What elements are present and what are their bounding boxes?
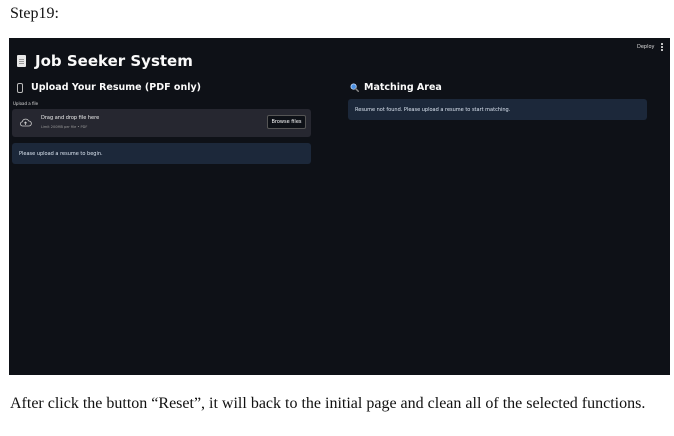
kebab-menu-icon[interactable] [660,43,664,52]
matching-section-header: Matching Area [350,82,442,93]
caption-text: After click the button “Reset”, it will … [10,395,646,412]
dropzone-text: Drag and drop file here [41,115,100,121]
browse-files-button[interactable]: Browse files [267,115,306,129]
upload-section-header: Upload Your Resume (PDF only) [17,82,201,93]
file-dropzone[interactable]: Drag and drop file here Limit 200MB per … [12,109,311,137]
matching-info-alert: Resume not found. Please upload a resume… [348,99,647,120]
upload-field-label: Upload a file [13,101,39,106]
dropzone-limit: Limit 200MB per file • PDF [41,125,88,129]
paperclip-icon [17,82,23,93]
upload-heading: Upload Your Resume (PDF only) [31,82,201,93]
app-title: Job Seeker System [35,52,193,70]
app-header: Job Seeker System [17,52,193,70]
app-screenshot: Deploy Job Seeker System Upload Your Res… [9,38,670,375]
matching-heading: Matching Area [364,82,442,93]
magnifier-icon [350,83,359,92]
upload-info-alert: Please upload a resume to begin. [12,143,311,164]
deploy-button[interactable]: Deploy [637,44,655,50]
document-icon [17,55,26,67]
step-label: Step19: [10,5,59,22]
cloud-upload-icon [20,118,32,127]
